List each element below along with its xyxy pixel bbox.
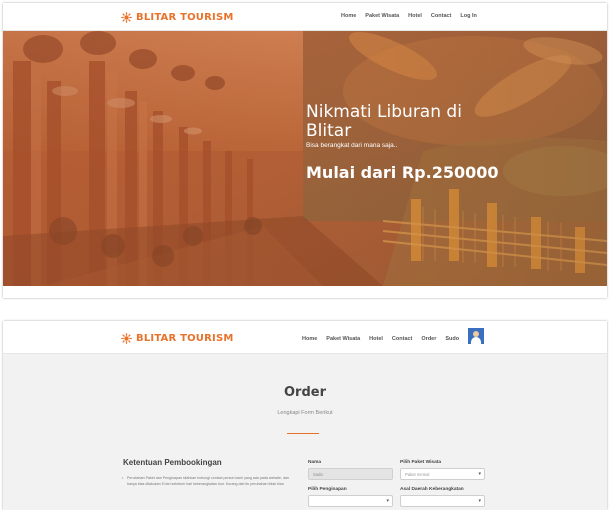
- terms-list: Perubahan Paket dan Penginapan silahkan …: [122, 475, 297, 487]
- name-field-group: Nama Sudo: [308, 460, 393, 480]
- brand-logo[interactable]: BLITAR TOURISM: [121, 12, 234, 23]
- hero-caption: Nikmati Liburan di Blitar Bisa berangkat…: [306, 102, 499, 183]
- brand-name: BLITAR TOURISM: [136, 333, 234, 344]
- nav-order[interactable]: Order: [421, 336, 436, 342]
- hero-price: Mulai dari Rp.250000: [306, 163, 499, 182]
- paket-select[interactable]: Paket memal: [400, 468, 485, 480]
- user-avatar-icon[interactable]: [468, 328, 485, 344]
- nav-hotel[interactable]: Hotel: [408, 13, 422, 19]
- main-nav: Home Paket Wisata Hotel Contact Order Su…: [302, 328, 485, 344]
- nav-home[interactable]: Home: [341, 13, 356, 19]
- nav-contact[interactable]: Contact: [392, 336, 412, 342]
- paket-field-group: Pilih Paket Wisata Paket memal: [400, 460, 485, 480]
- asal-select[interactable]: [400, 495, 485, 507]
- name-label: Nama: [308, 460, 322, 465]
- top-navbar: BLITAR TOURISM Home Paket Wisata Hotel C…: [3, 321, 607, 354]
- brand-name: BLITAR TOURISM: [136, 12, 234, 23]
- top-navbar: BLITAR TOURISM Home Paket Wisata Hotel C…: [3, 3, 607, 31]
- title-divider: [287, 433, 319, 434]
- penginapan-select[interactable]: [308, 495, 393, 507]
- nav-paket-wisata[interactable]: Paket Wisata: [326, 336, 360, 342]
- order-page-screenshot: BLITAR TOURISM Home Paket Wisata Hotel C…: [3, 321, 607, 510]
- hero-subtitle: Bisa berangkat dari mana saja..: [306, 142, 398, 149]
- asal-field-group: Asal Daerah Keberangkatan: [400, 487, 485, 507]
- hero-background-image: [3, 31, 607, 286]
- sun-logo-icon: [121, 333, 132, 344]
- order-title: Order: [284, 385, 326, 400]
- homepage-screenshot: BLITAR TOURISM Home Paket Wisata Hotel C…: [3, 3, 607, 298]
- penginapan-label: Pilih Penginapan: [308, 487, 347, 492]
- nav-contact[interactable]: Contact: [431, 13, 451, 19]
- brand-logo[interactable]: BLITAR TOURISM: [121, 333, 234, 344]
- hero-title: Nikmati Liburan di Blitar: [306, 102, 462, 141]
- nav-user-name[interactable]: Sudo: [445, 336, 459, 342]
- main-nav: Home Paket Wisata Hotel Contact Log In: [341, 13, 477, 19]
- order-subtitle: Lengkapi Form Berikut: [277, 410, 333, 416]
- nav-hotel[interactable]: Hotel: [369, 336, 383, 342]
- nav-login[interactable]: Log In: [460, 13, 477, 19]
- name-input[interactable]: Sudo: [308, 468, 393, 480]
- nav-home[interactable]: Home: [302, 336, 317, 342]
- terms-item: Perubahan Paket dan Penginapan silahkan …: [122, 475, 297, 487]
- asal-label: Asal Daerah Keberangkatan: [400, 487, 464, 492]
- nav-paket-wisata[interactable]: Paket Wisata: [365, 13, 399, 19]
- terms-title: Ketentuan Pembookingan: [123, 458, 222, 467]
- penginapan-field-group: Pilih Penginapan: [308, 487, 393, 507]
- hero-banner: Nikmati Liburan di Blitar Bisa berangkat…: [3, 31, 607, 286]
- paket-label: Pilih Paket Wisata: [400, 460, 442, 465]
- sun-logo-icon: [121, 12, 132, 23]
